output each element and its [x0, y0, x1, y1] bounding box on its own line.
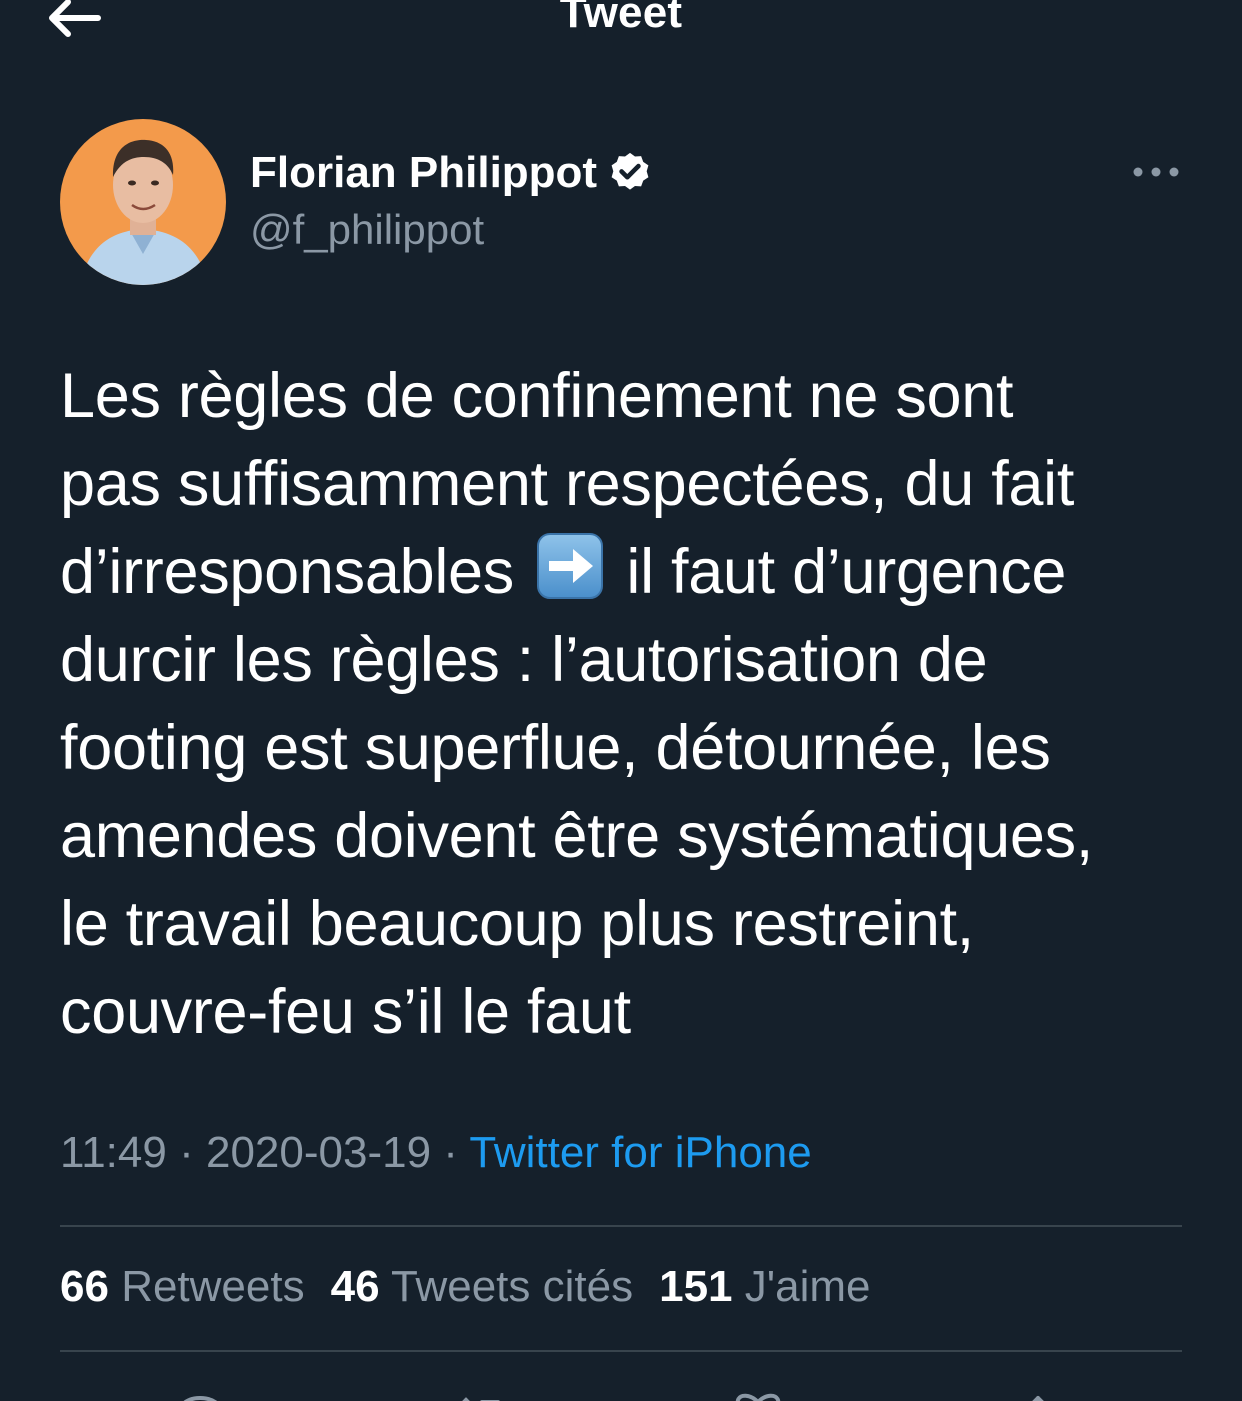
tweet-page: Tweet Florian Philippot @f_philippot Les…: [0, 0, 1242, 1401]
more-dots-icon: [1133, 167, 1179, 177]
meta-separator: ·: [179, 1128, 194, 1177]
tweet-line: footing est superflue, détournée, les: [60, 713, 1051, 783]
tweet-line: durcir les règles : l’autorisation de: [60, 625, 988, 695]
tweet-text: Les règles de confinement ne sont pas su…: [60, 352, 1210, 1056]
tweet-line: Les règles de confinement ne sont: [60, 361, 1014, 431]
retweet-button[interactable]: [448, 1388, 508, 1401]
retweets-label: Retweets: [121, 1262, 305, 1311]
tweet-line-part: il faut d’urgence: [626, 537, 1067, 607]
tweet-time[interactable]: 11:49: [60, 1128, 167, 1177]
divider: [60, 1350, 1182, 1352]
avatar[interactable]: [60, 119, 226, 285]
tweet-line: pas suffisamment respectées, du fait: [60, 449, 1075, 519]
reply-button[interactable]: [170, 1388, 230, 1401]
engagement-stats: 66 Retweets 46 Tweets cités 151 J'aime: [60, 1262, 871, 1312]
author-handle[interactable]: @f_philippot: [250, 206, 484, 254]
quotes-count: 46: [330, 1262, 380, 1311]
quotes-label: Tweets cités: [391, 1262, 634, 1311]
avatar-image: [60, 119, 226, 285]
share-button[interactable]: [1008, 1388, 1068, 1401]
tweet-line: amendes doivent être systématiques,: [60, 801, 1094, 871]
author-name-link[interactable]: Florian Philippot: [250, 146, 653, 200]
divider: [60, 1225, 1182, 1227]
tweet-meta: 11:49 · 2020-03-19 · Twitter for iPhone: [60, 1128, 812, 1178]
reply-icon: [183, 1395, 218, 1401]
tweet-line-part: d’irresponsables: [60, 537, 514, 607]
retweets-stat[interactable]: 66 Retweets: [60, 1262, 305, 1312]
like-icon: [735, 1393, 781, 1401]
page-title: Tweet: [559, 0, 683, 37]
tweet-line: le travail beaucoup plus restreint,: [60, 889, 975, 959]
right-arrow-emoji-icon: [537, 533, 604, 599]
likes-count: 151: [659, 1262, 733, 1311]
action-bar: [0, 1380, 1242, 1401]
tweet-line: d’irresponsables il faut d’urgence: [60, 528, 1210, 616]
likes-label: J'aime: [744, 1262, 871, 1311]
like-button[interactable]: [728, 1388, 788, 1401]
tweet-date[interactable]: 2020-03-19: [206, 1128, 431, 1177]
verified-badge-icon: [611, 152, 649, 190]
retweets-count: 66: [60, 1262, 109, 1311]
retweet-icon: [462, 1397, 500, 1401]
share-icon: [1032, 1396, 1044, 1401]
meta-separator: ·: [443, 1128, 458, 1177]
tweet-source-link[interactable]: Twitter for iPhone: [469, 1128, 811, 1177]
tweet-line: couvre-feu s’il le faut: [60, 977, 631, 1047]
top-bar: Tweet: [0, 0, 1242, 60]
more-options-button[interactable]: [1128, 150, 1184, 194]
quotes-stat[interactable]: 46 Tweets cités: [331, 1262, 633, 1312]
likes-stat[interactable]: 151 J'aime: [659, 1262, 870, 1312]
author-name: Florian Philippot: [250, 148, 598, 197]
